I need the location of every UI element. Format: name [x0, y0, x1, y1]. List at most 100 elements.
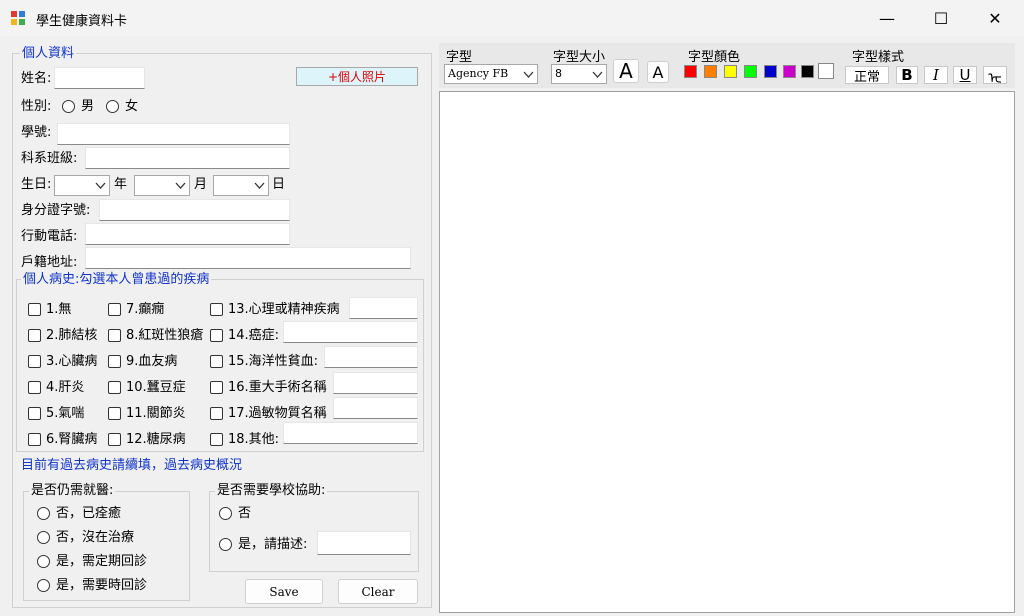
birth-month-select[interactable]	[134, 175, 190, 196]
maximize-icon: ☐	[933, 8, 949, 28]
rich-text-editor[interactable]	[439, 91, 1015, 613]
year-unit-label: 年	[114, 177, 128, 192]
app-window: 學生健康資料卡 — ☐ ✕ 個人資料 姓名: +個人照片 性別: 男 女 學號:…	[0, 0, 1024, 616]
disease-label: 9.血友病	[126, 354, 178, 369]
birth-year-select[interactable]	[54, 175, 110, 196]
name-field[interactable]	[54, 67, 145, 89]
disease-checkbox[interactable]	[28, 329, 41, 342]
color-swatch-blue[interactable]	[764, 65, 777, 78]
student-id-field[interactable]	[57, 123, 290, 145]
minimize-button[interactable]: —	[864, 0, 910, 36]
disease-checkbox[interactable]	[210, 303, 223, 316]
gender-female-radio[interactable]	[106, 100, 119, 113]
disease-checkbox[interactable]	[210, 381, 223, 394]
student-id-label: 學號:	[21, 125, 52, 140]
minimize-icon: —	[879, 8, 895, 28]
disease-checkbox[interactable]	[108, 433, 121, 446]
disease-checkbox[interactable]	[28, 433, 41, 446]
name-label: 姓名:	[21, 71, 52, 86]
allergen-field[interactable]	[333, 397, 418, 419]
thalassemia-field[interactable]	[324, 346, 418, 368]
school-help-description-field[interactable]	[317, 531, 411, 555]
medical-option-radio[interactable]	[37, 555, 50, 568]
disease-label: 3.心臟病	[46, 354, 98, 369]
gender-male-radio[interactable]	[62, 100, 75, 113]
other-disease-field[interactable]	[283, 422, 418, 444]
disease-label: 6.腎臟病	[46, 432, 98, 447]
medical-option-label: 是，需定期回診	[56, 554, 148, 569]
disease-checkbox[interactable]	[108, 407, 121, 420]
font-size-label: 字型大小	[553, 50, 606, 65]
disease-checkbox[interactable]	[28, 355, 41, 368]
surgery-field[interactable]	[333, 372, 418, 394]
disease-checkbox[interactable]	[108, 303, 121, 316]
disease-checkbox[interactable]	[210, 433, 223, 446]
clear-button[interactable]: Clear	[338, 579, 418, 604]
birth-day-select[interactable]	[213, 175, 269, 196]
color-swatch-white[interactable]	[818, 63, 834, 79]
cancer-field[interactable]	[283, 321, 418, 343]
disease-checkbox[interactable]	[28, 407, 41, 420]
disease-label: 2.肺結核	[46, 328, 98, 343]
school-help-yes-radio[interactable]	[219, 538, 232, 551]
color-swatch-green[interactable]	[744, 65, 757, 78]
medical-option-label: 否，沒在治療	[56, 530, 135, 545]
chevron-down-icon	[95, 182, 106, 189]
disease-label: 1.無	[46, 302, 72, 317]
shrink-font-button[interactable]: A	[647, 61, 669, 83]
day-unit-label: 日	[272, 177, 286, 192]
medical-option-radio[interactable]	[37, 531, 50, 544]
grow-font-button[interactable]: A	[613, 59, 639, 83]
medical-option-radio[interactable]	[37, 579, 50, 592]
font-style-label: 字型樣式	[852, 50, 905, 65]
medical-option-radio[interactable]	[37, 507, 50, 520]
shrink-font-icon: A	[652, 62, 664, 82]
font-family-select[interactable]: Agency FB	[444, 64, 538, 84]
disease-checkbox[interactable]	[210, 407, 223, 420]
dept-class-field[interactable]	[85, 147, 290, 169]
disease-label: 5.氣喘	[46, 406, 85, 421]
style-strikethrough-button[interactable]: ᡄ	[983, 66, 1007, 87]
disease-label: 17.過敏物質名稱	[228, 406, 327, 421]
mobile-field[interactable]	[85, 223, 290, 245]
personal-legend: 個人資料	[20, 46, 77, 61]
font-size-value: 8	[555, 67, 562, 80]
style-italic-button[interactable]: I	[924, 66, 948, 84]
mental-illness-field[interactable]	[349, 297, 418, 319]
style-normal-button[interactable]: 正常	[845, 66, 889, 85]
disease-checkbox[interactable]	[210, 355, 223, 368]
disease-label: 15.海洋性貧血:	[228, 354, 319, 369]
disease-checkbox[interactable]	[108, 381, 121, 394]
color-swatch-yellow[interactable]	[724, 65, 737, 78]
disease-checkbox[interactable]	[28, 303, 41, 316]
color-swatch-black[interactable]	[801, 65, 814, 78]
school-help-yes-label: 是，請描述:	[238, 537, 308, 552]
style-underline-button[interactable]: U	[953, 66, 977, 84]
color-swatch-magenta[interactable]	[783, 65, 796, 78]
add-photo-label: +個人照片	[327, 70, 387, 84]
close-button[interactable]: ✕	[972, 0, 1018, 36]
id-number-field[interactable]	[99, 199, 290, 221]
disease-label: 4.肝炎	[46, 380, 85, 395]
add-photo-button[interactable]: +個人照片	[296, 67, 418, 86]
font-size-select[interactable]: 8	[551, 64, 607, 84]
color-swatch-orange[interactable]	[704, 65, 717, 78]
disease-checkbox[interactable]	[108, 355, 121, 368]
school-help-no-label: 否	[238, 506, 252, 521]
gender-male-label: 男	[81, 99, 95, 114]
school-help-no-radio[interactable]	[219, 507, 232, 520]
disease-checkbox[interactable]	[28, 381, 41, 394]
disease-checkbox[interactable]	[108, 329, 121, 342]
followup-note: 目前有過去病史請續填，過去病史概況	[21, 458, 243, 473]
style-bold-button[interactable]: B	[896, 66, 918, 84]
address-field[interactable]	[85, 247, 411, 269]
maximize-button[interactable]: ☐	[918, 0, 964, 36]
disease-checkbox[interactable]	[210, 329, 223, 342]
gender-female-label: 女	[125, 99, 139, 114]
dept-class-label: 科系班級:	[21, 151, 78, 166]
color-swatch-red[interactable]	[684, 65, 697, 78]
grow-font-icon: A	[619, 59, 633, 83]
font-color-label: 字型顏色	[688, 50, 741, 65]
save-button[interactable]: Save	[245, 579, 323, 604]
chevron-down-icon	[592, 71, 603, 78]
